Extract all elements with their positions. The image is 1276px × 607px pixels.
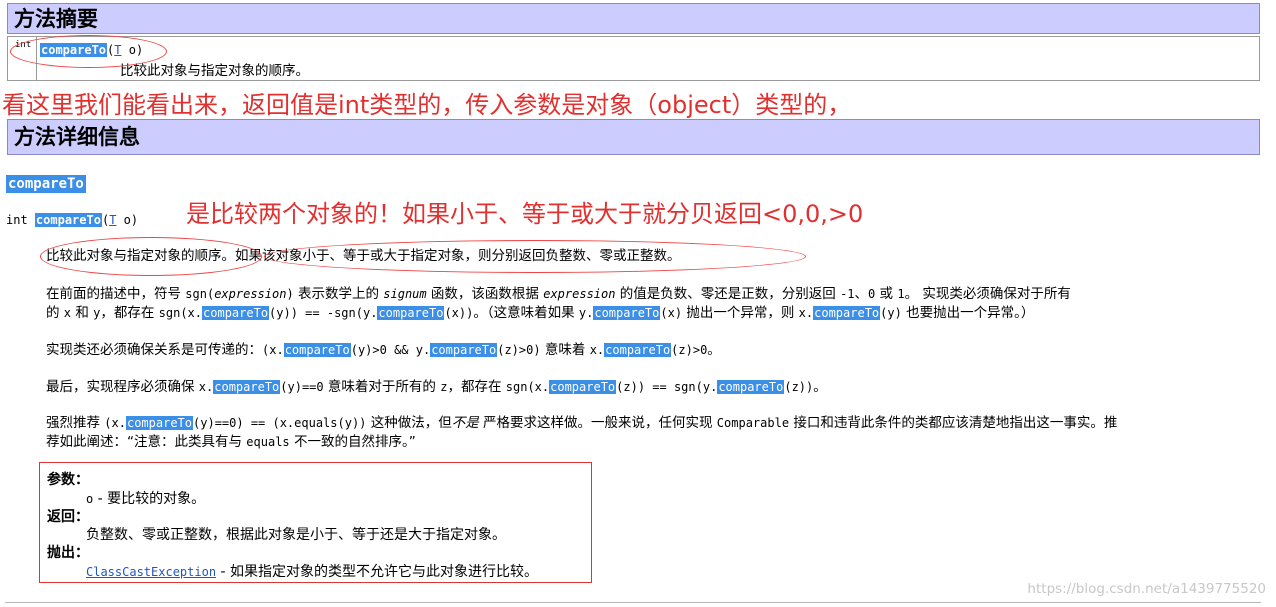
method-detail-title: 方法详细信息 (14, 124, 140, 149)
paragraph-5-line-1: 强烈推荐 (x.compareTo(y)==0) == (x.equals(y)… (46, 415, 1118, 431)
returns-desc: 负整数、零或正整数，根据此对象是小于、等于还是大于指定对象。 (86, 527, 506, 543)
annotation-circle-summary (10, 35, 167, 68)
annotation-return-type-note: 看这里我们能看出来，返回值是int类型的，传入参数是对象（object）类型的， (2, 91, 852, 119)
detail-return-type: int (6, 213, 28, 227)
method-summary-header: 方法摘要 (7, 3, 1260, 34)
throws-label: 抛出： (47, 545, 89, 561)
parameters-box: 参数： o - 要比较的对象。 返回： 负整数、零或正整数，根据此对象是小于、等… (39, 462, 592, 583)
throws-row: ClassCastException - 如果指定对象的类型不允许它与此对象进行… (86, 561, 538, 581)
annotation-circle-desc-2 (264, 240, 806, 273)
paragraph-5-line-2: 荐如此阐述：“注意：此类具有与 equals 不一致的自然排序。” (46, 434, 416, 450)
detail-paragraph-3: 实现类还必须确保关系是可传递的：(x.compareTo(y)>0 && y.c… (46, 342, 721, 358)
param-o-row: o - 要比较的对象。 (86, 488, 205, 508)
bottom-divider (5, 602, 1261, 603)
annotation-compare-note: 是比较两个对象的！如果小于、等于或大于就分贝返回<0,0,>0 (186, 200, 864, 228)
returns-label: 返回： (47, 509, 89, 525)
detail-paragraph-5: 强烈推荐 (x.compareTo(y)==0) == (x.equals(y)… (46, 414, 1256, 452)
param-o-desc: - 要比较的对象。 (93, 491, 206, 507)
params-label: 参数： (47, 472, 89, 488)
method-summary-title: 方法摘要 (14, 6, 98, 31)
throws-desc: - 如果指定对象的类型不允许它与此对象进行比较。 (216, 564, 538, 580)
paragraph-2-line-1: 在前面的描述中，符号 sgn(expression) 表示数学上的 signum… (46, 286, 1071, 302)
watermark: https://blog.csdn.net/a1439775520 (1027, 581, 1266, 597)
method-detail-header: 方法详细信息 (7, 119, 1260, 155)
throws-exception-link[interactable]: ClassCastException (86, 565, 216, 579)
detail-paragraph-2: 在前面的描述中，符号 sgn(expression) 表示数学上的 signum… (46, 285, 1256, 323)
detail-method-name: compareTo (34, 213, 102, 227)
annotation-circle-desc-1 (40, 237, 262, 276)
detail-signature: int compareTo(T o) (6, 213, 138, 227)
detail-params-rest: o) (116, 213, 139, 227)
method-summary-table: int compareTo(T o) 比较此对象与指定对象的顺序。 (7, 36, 1260, 81)
paragraph-2-line-2: 的 x 和 y，都存在 sgn(x.compareTo(y)) == -sgn(… (46, 305, 1035, 321)
detail-paragraph-4: 最后，实现程序必须确保 x.compareTo(y)==0 意味着对于所有的 z… (46, 379, 827, 395)
detail-anchor: compareTo (6, 175, 86, 193)
